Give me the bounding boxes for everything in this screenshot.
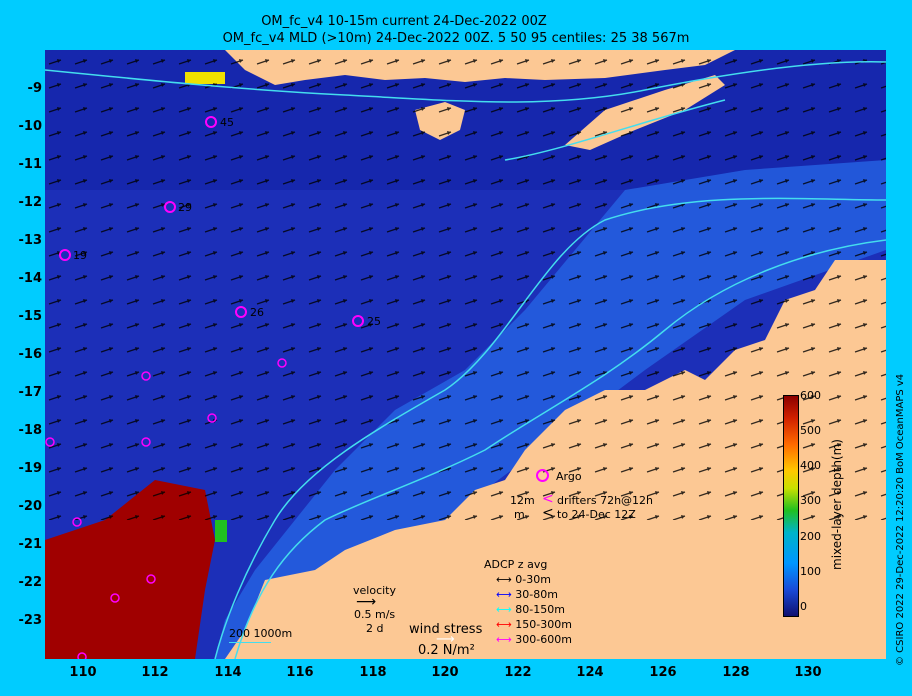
adcp-item: ⟷ 0-30m (496, 573, 551, 586)
arrow-icon: ⟷ (496, 618, 512, 631)
y-tick: -17 (18, 385, 43, 400)
drifter-m: m (514, 508, 525, 521)
colorbar-tick: 600 (800, 389, 821, 402)
title-line-1: OM_fc_v4 10-15m current 24-Dec-2022 00Z (261, 14, 547, 29)
argo-legend-icon (536, 469, 549, 482)
y-tick: -9 (27, 81, 42, 96)
drifter-depth: 12m (510, 494, 535, 507)
y-tick: -20 (18, 499, 43, 514)
drifter-to: to 24-Dec 12Z (557, 508, 636, 521)
x-tick: 112 (141, 665, 169, 680)
x-tick: 114 (214, 665, 242, 680)
argo-label: 25 (367, 315, 381, 328)
mld-patch-west (215, 520, 227, 542)
adcp-item: ⟷ 150-300m (496, 618, 572, 631)
colorbar (783, 395, 799, 617)
argo-legend-label: Argo (556, 470, 582, 483)
y-tick: -12 (18, 195, 43, 210)
adcp-item: ⟷ 300-600m (496, 633, 572, 646)
colorbar-tick: 200 (800, 530, 821, 543)
arrow-icon: ⟷ (496, 633, 512, 646)
adcp-item: ⟷ 80-150m (496, 603, 565, 616)
colorbar-tick: 500 (800, 424, 821, 437)
y-tick: -14 (18, 271, 43, 286)
title-line-2: OM_fc_v4 MLD (>10m) 24-Dec-2022 00Z. 5 5… (222, 31, 690, 46)
colorbar-tick: 100 (800, 565, 821, 578)
velocity-time: 2 d (366, 622, 384, 635)
y-tick: -16 (18, 347, 43, 362)
y-tick: -10 (18, 119, 43, 134)
drifter-label: drifters 72h@12h (557, 494, 654, 507)
arrow-icon: ⟷ (496, 603, 512, 616)
adcp-title: ADCP z avg (484, 558, 548, 571)
argo-label: 19 (73, 249, 87, 262)
arrow-icon: ⟷ (496, 573, 512, 586)
argo-label: 45 (220, 116, 234, 129)
argo-label: 26 (250, 306, 264, 319)
x-tick: 130 (794, 665, 822, 680)
isobath-legend: 200 1000m (229, 627, 293, 640)
argo-label: 29 (178, 201, 192, 214)
wind-value: 0.2 N/m² (418, 643, 475, 658)
x-tick: 120 (431, 665, 459, 680)
x-tick: 124 (576, 665, 604, 680)
colorbar-tick: 0 (800, 600, 807, 613)
x-tick: 126 (649, 665, 677, 680)
x-tick: 116 (286, 665, 314, 680)
y-tick: -21 (18, 537, 43, 552)
velocity-speed: 0.5 m/s (354, 608, 396, 621)
copyright: © CSIRO 2022 29-Dec-2022 12:20:20 BoM Oc… (895, 373, 906, 666)
adcp-item: ⟷ 30-80m (496, 588, 558, 601)
colorbar-title: mixed-layer depth(m) (830, 439, 844, 570)
colorbar-tick: 300 (800, 494, 821, 507)
x-tick: 122 (504, 665, 532, 680)
y-tick: -13 (18, 233, 43, 248)
drifter-arrow-icon: < (542, 505, 554, 521)
isobath-legend-line (229, 642, 271, 643)
map-panel[interactable]: 45 29 19 26 25 (45, 50, 886, 659)
x-tick: 118 (359, 665, 387, 680)
y-tick: -18 (18, 423, 43, 438)
y-tick: -11 (18, 157, 43, 172)
current-vectors (45, 50, 886, 520)
y-tick: -15 (18, 309, 43, 324)
y-tick: -22 (18, 575, 43, 590)
arrow-icon: ⟷ (496, 588, 512, 601)
x-tick: 128 (722, 665, 750, 680)
y-tick: -23 (18, 613, 43, 628)
y-tick: -19 (18, 461, 43, 476)
colorbar-tick: 400 (800, 459, 821, 472)
x-tick: 110 (69, 665, 97, 680)
